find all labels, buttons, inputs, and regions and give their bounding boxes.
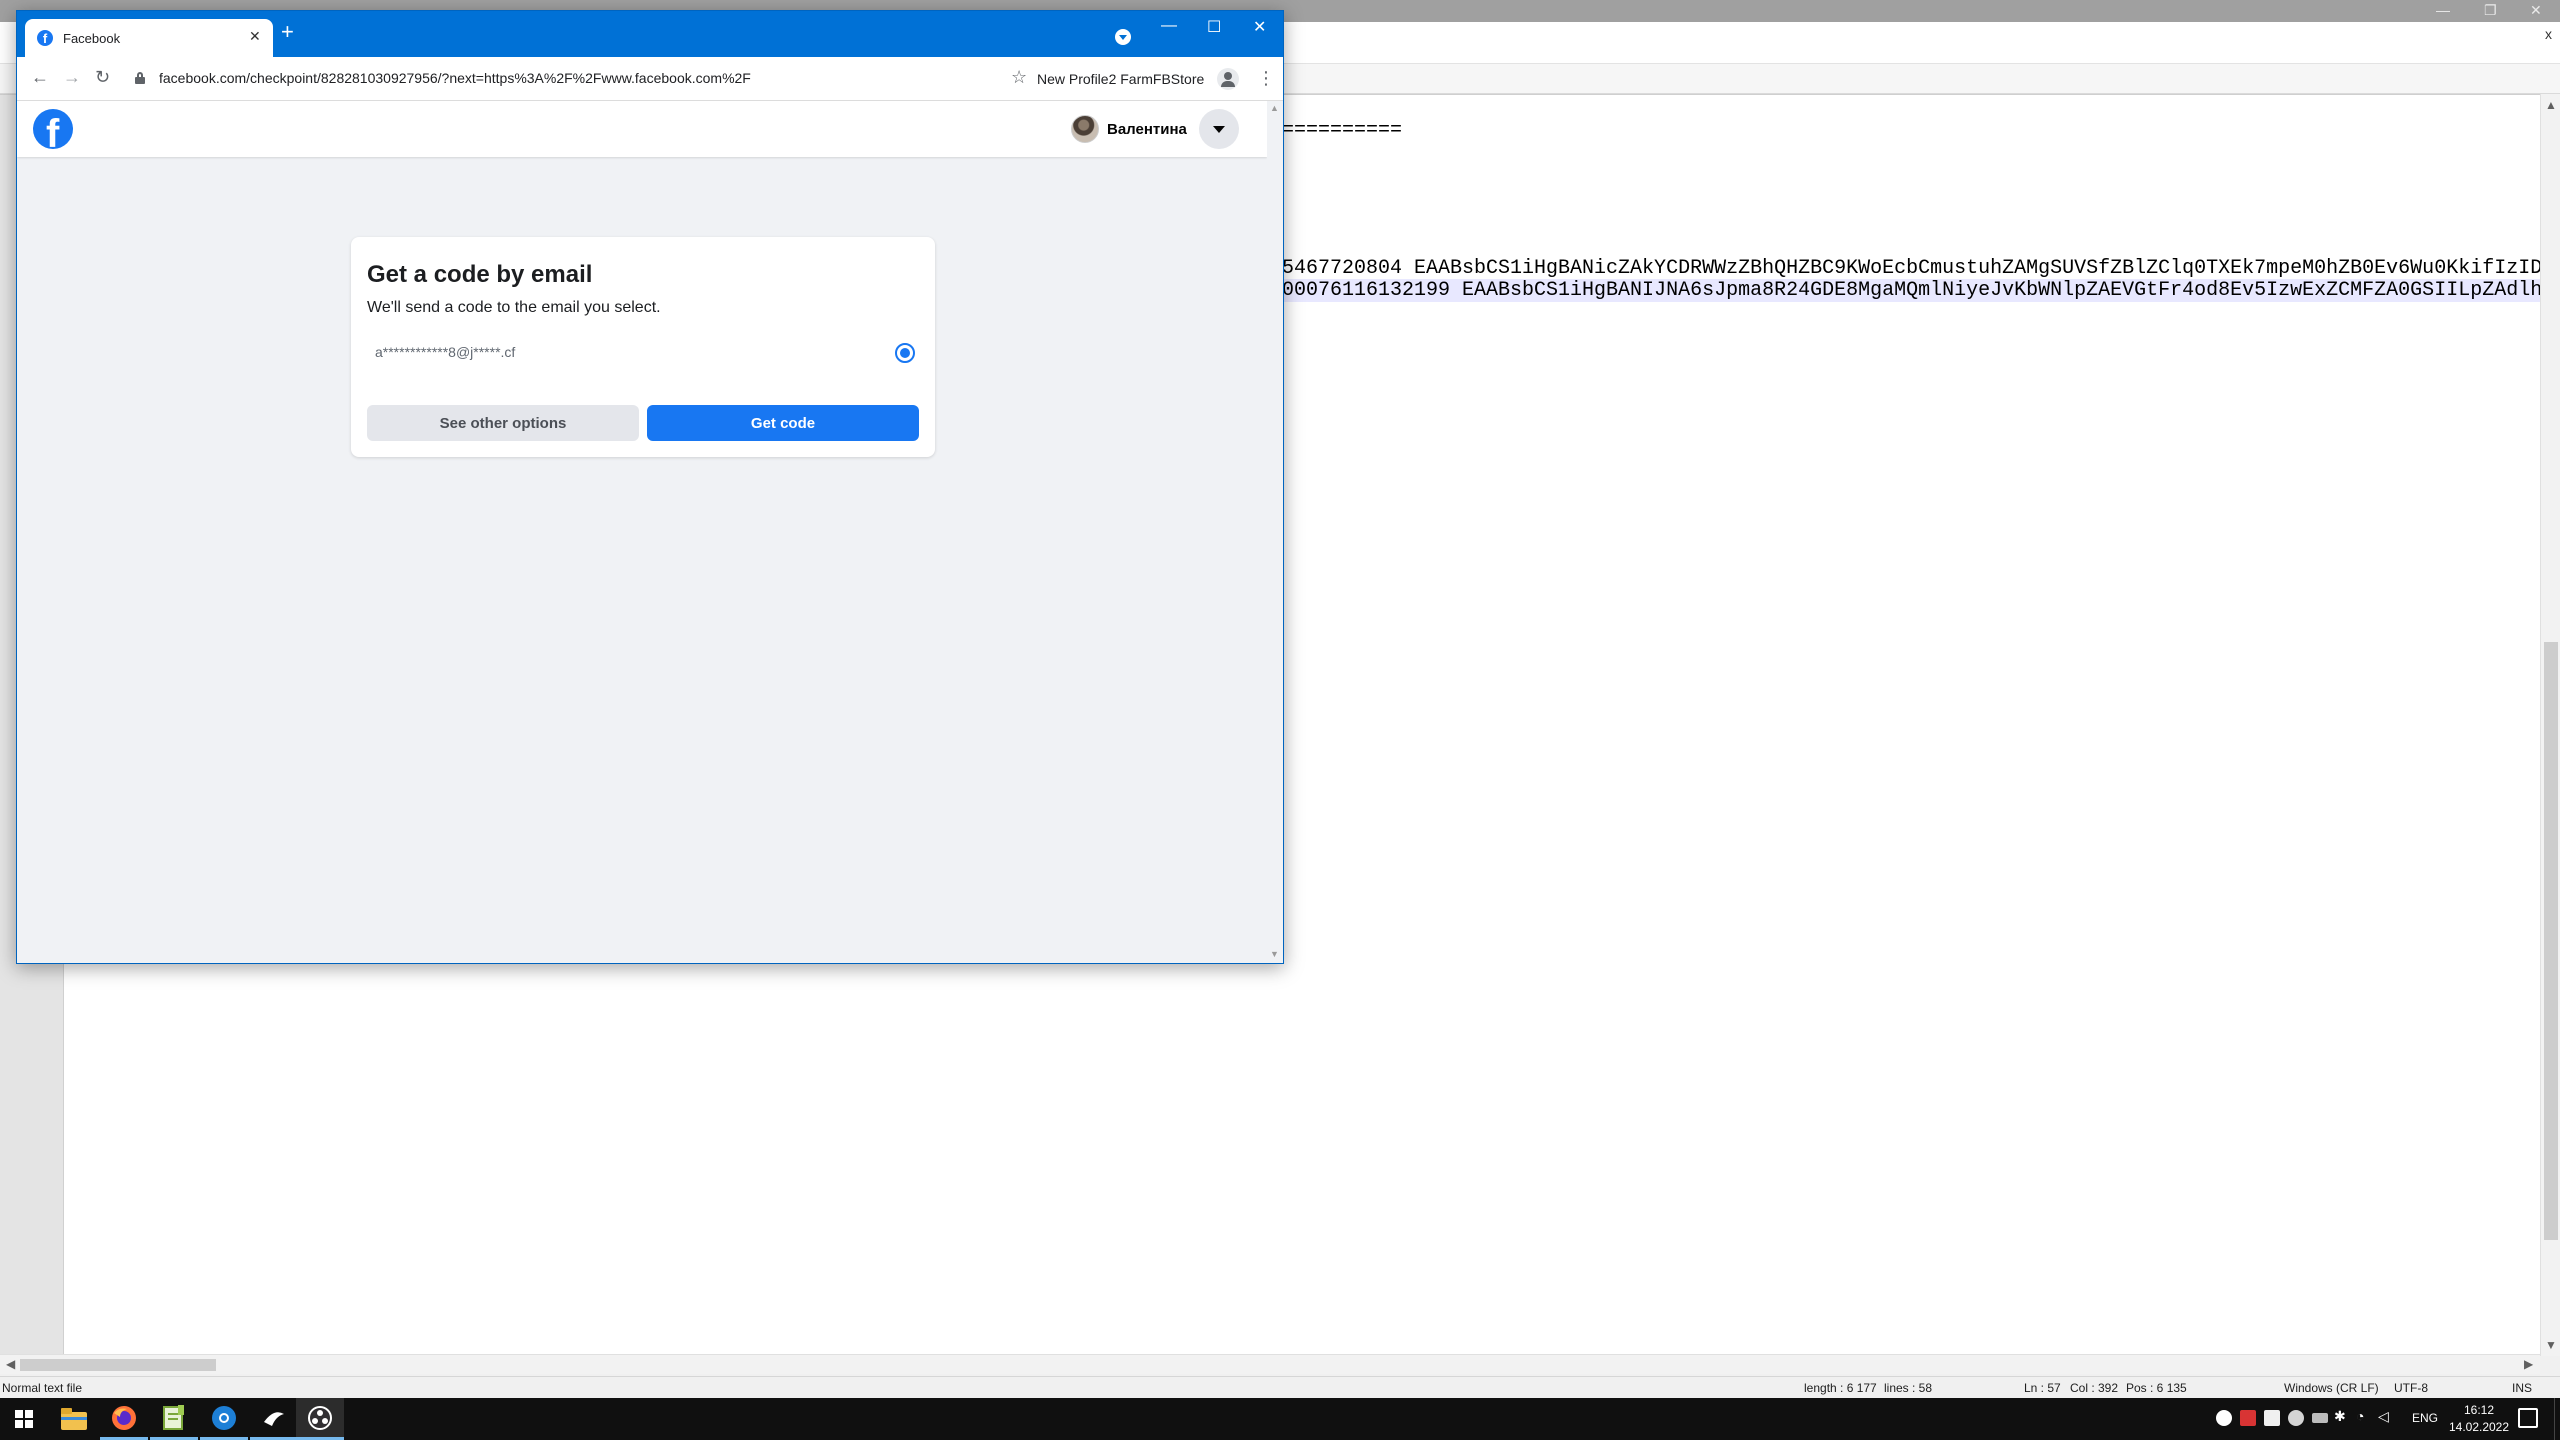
show-desktop-button[interactable] [2554,1398,2560,1440]
taskbar-notepad-plus-plus[interactable] [150,1398,198,1440]
scroll-down-icon[interactable]: ▼ [1270,949,1279,959]
tab-search-icon[interactable] [1115,29,1131,45]
forward-icon[interactable]: → [63,67,81,88]
code-by-email-card: Get a code by email We'll send a code to… [351,237,935,457]
email-address: a************8@j*****.cf [375,344,516,360]
app-icon [264,1411,284,1426]
tab-facebook[interactable]: f Facebook ✕ [25,19,273,57]
get-code-button[interactable]: Get code [647,405,919,441]
status-length: length : 6 177 [1804,1381,1877,1395]
language-indicator[interactable]: ENG [2412,1411,2438,1425]
scroll-right-icon[interactable]: ▶ [2524,1357,2533,1371]
tab-title: Facebook [63,31,121,46]
start-button[interactable] [0,1398,48,1440]
tray-app-icon[interactable] [2240,1410,2256,1426]
new-tab-button[interactable]: + [281,21,294,43]
email-option[interactable]: a************8@j*****.cf [367,333,919,373]
see-other-options-button[interactable]: See other options [367,405,639,441]
username: Валентина [1107,120,1187,138]
scroll-up-icon[interactable]: ▲ [2545,98,2557,112]
account-menu-button[interactable] [1199,109,1239,149]
tray-volume-icon[interactable]: ◁ [2378,1408,2394,1424]
facebook-logo-icon[interactable]: f [33,109,73,149]
page-viewport: f Валентина Get a code by email We'll se… [17,101,1283,963]
tab-close-icon[interactable]: ✕ [249,28,261,45]
tray-app-icon[interactable] [2264,1410,2280,1426]
document-close-icon[interactable]: x [2545,26,2552,42]
maximize-icon[interactable]: ☐ [1207,17,1221,37]
status-encoding: UTF-8 [2394,1381,2428,1395]
tray-bluetooth-icon[interactable]: ✱ [2334,1408,2350,1424]
status-col: Col : 392 [2070,1381,2119,1395]
email-radio-button[interactable] [895,343,915,363]
facebook-header: f Валентина [17,101,1267,157]
status-ln: Ln : 57 [2024,1381,2061,1395]
windows-logo-icon [15,1410,33,1428]
lock-icon[interactable] [135,72,145,84]
code-line: 5467720804 EAABsbCS1iHgBANicZAkYCDRWWzZB… [1282,257,2540,280]
tray-chrome-icon[interactable] [2216,1410,2232,1426]
page-scrollbar[interactable]: ▲ ▼ [1267,101,1283,963]
code-line-selected: 00076116132199 EAABsbCS1iHgBANIJNA6sJpma… [1282,279,2540,302]
profile-icon[interactable] [1217,68,1239,90]
taskbar-obs[interactable] [296,1398,344,1440]
profile-label[interactable]: New Profile2 FarmFBStore [1037,71,1204,87]
horizontal-scrollbar[interactable]: ◀ ▶ [0,1354,2540,1374]
tray-battery-icon[interactable] [2312,1413,2328,1423]
notepad-icon [163,1404,184,1430]
back-icon[interactable]: ← [31,67,49,88]
scroll-down-icon[interactable]: ▼ [2545,1338,2557,1352]
menu-icon[interactable]: ⋮ [1257,68,1275,89]
taskbar: ✱ ◔ ◁ ENG 16:12 14.02.2022 [0,1398,2560,1440]
folder-icon [61,1408,87,1430]
user-profile-link[interactable]: Валентина [1071,113,1187,145]
card-subtitle: We'll send a code to the email you selec… [367,299,661,316]
bookmark-star-icon[interactable]: ☆ [1011,67,1027,88]
tray-app-icon[interactable] [2288,1410,2304,1426]
notepad-close-icon[interactable]: ✕ [2530,2,2542,19]
avatar [1071,115,1099,143]
card-title: Get a code by email [367,261,593,288]
scroll-left-icon[interactable]: ◀ [6,1357,15,1371]
status-mode: INS [2512,1381,2533,1395]
clock-time: 16:12 [2463,1403,2495,1417]
status-eol: Windows (CR LF) [2284,1381,2379,1395]
status-bar: Normal text file length : 6 177 lines : … [0,1376,2560,1398]
status-pos: Pos : 6 135 [2126,1381,2187,1395]
horizontal-scroll-thumb[interactable] [20,1359,216,1371]
reload-icon[interactable]: ↻ [95,67,110,88]
minimize-icon[interactable]: — [1161,17,1177,35]
browser-window: f Facebook ✕ + — ☐ ✕ ← → ↻ facebook.com/… [16,10,1284,964]
taskbar-app[interactable] [250,1398,298,1440]
facebook-favicon-icon: f [37,30,53,46]
close-icon[interactable]: ✕ [1253,17,1266,37]
taskbar-file-explorer[interactable] [50,1398,98,1440]
scroll-up-icon[interactable]: ▲ [1270,103,1279,113]
status-lines: lines : 58 [1884,1381,1933,1395]
tray-network-icon[interactable]: ◔ [2356,1408,2372,1424]
obs-icon [308,1405,332,1430]
status-file-type: Normal text file [2,1381,83,1395]
taskbar-browser[interactable] [200,1398,248,1440]
browser-icon [212,1405,236,1430]
vertical-scroll-thumb[interactable] [2544,642,2558,1240]
address-bar[interactable]: facebook.com/checkpoint/828281030927956/… [159,70,751,86]
code-line: ========== [1282,119,1403,142]
browser-toolbar: ← → ↻ facebook.com/checkpoint/8282810309… [17,57,1283,101]
clock[interactable]: 16:12 14.02.2022 [2444,1402,2514,1436]
notepad-maximize-icon[interactable]: ❐ [2484,2,2497,19]
vertical-scrollbar[interactable]: ▲ ▼ [2540,94,2560,1356]
firefox-icon [112,1405,136,1430]
notification-icon[interactable] [2518,1408,2538,1428]
clock-date: 14.02.2022 [2448,1420,2510,1434]
taskbar-firefox[interactable] [100,1398,148,1440]
notepad-minimize-icon[interactable]: — [2436,2,2450,18]
